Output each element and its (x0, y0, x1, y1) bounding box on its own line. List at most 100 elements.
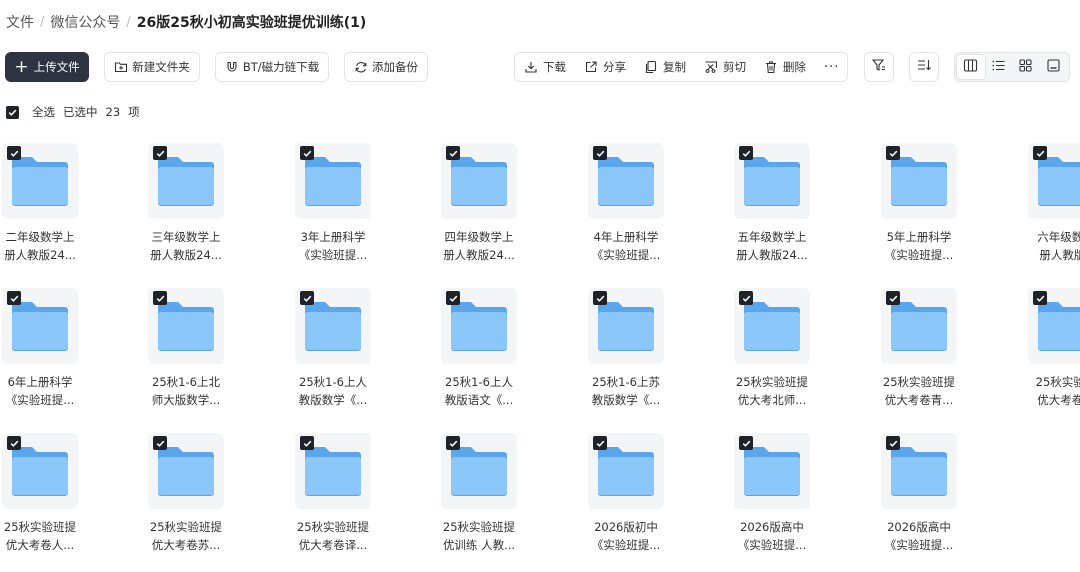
item-checkbox[interactable] (593, 291, 607, 305)
folder-item[interactable]: 3年上册科学 《实验班提... (295, 143, 425, 283)
new-folder-button[interactable]: 新建文件夹 (104, 52, 200, 82)
folder-item[interactable]: 25秋1-6上苏 教版数学《... (588, 288, 718, 428)
folder-thumbnail[interactable] (1028, 143, 1080, 219)
copy-button[interactable]: 复制 (635, 53, 695, 81)
folder-name[interactable]: 25秋实验班提 优训练 人教... (413, 518, 545, 556)
breadcrumb-item-files[interactable]: 文件 (6, 12, 34, 32)
item-checkbox[interactable] (7, 436, 21, 450)
folder-thumbnail[interactable] (441, 288, 517, 364)
folder-thumbnail[interactable] (2, 288, 78, 364)
share-button[interactable]: 分享 (575, 53, 635, 81)
folder-name[interactable]: 5年上册科学 《实验班提... (853, 228, 985, 266)
folder-thumbnail[interactable] (148, 433, 224, 509)
folder-item[interactable]: 25秋1-6上北 师大版数学... (148, 288, 278, 428)
folder-thumbnail[interactable] (295, 288, 371, 364)
folder-thumbnail[interactable] (148, 143, 224, 219)
folder-name[interactable]: 2026版初中 《实验班提... (560, 518, 692, 556)
breadcrumb-item-wechat[interactable]: 微信公众号 (50, 12, 120, 32)
item-checkbox[interactable] (300, 291, 314, 305)
folder-item[interactable]: 四年级数学上 册人教版24... (441, 143, 571, 283)
folder-thumbnail[interactable] (734, 433, 810, 509)
folder-thumbnail[interactable] (441, 143, 517, 219)
folder-item[interactable]: 25秋实验班提 优大考北师... (734, 288, 864, 428)
folder-name[interactable]: 三年级数学上 册人教版24... (120, 228, 252, 266)
delete-button[interactable]: 删除 (755, 53, 815, 81)
folder-item[interactable]: 6年上册科学 《实验班提... (2, 288, 132, 428)
folder-item[interactable]: 25秋实验班提 优训练 人教... (441, 433, 571, 572)
item-checkbox[interactable] (739, 291, 753, 305)
item-checkbox[interactable] (886, 146, 900, 160)
folder-name[interactable]: 25秋1-6上苏 教版数学《... (560, 373, 692, 411)
folder-name[interactable]: 二年级数学上 册人教版24... (0, 228, 106, 266)
item-checkbox[interactable] (446, 436, 460, 450)
folder-name[interactable]: 25秋实验班提 优大考卷译... (267, 518, 399, 556)
folder-item[interactable]: 三年级数学上 册人教版24... (148, 143, 278, 283)
folder-name[interactable]: 6年上册科学 《实验班提... (0, 373, 106, 411)
sort-button[interactable] (909, 52, 939, 82)
item-checkbox[interactable] (446, 291, 460, 305)
folder-thumbnail[interactable] (441, 433, 517, 509)
item-checkbox[interactable] (153, 146, 167, 160)
view-columns-button[interactable] (957, 55, 985, 79)
item-checkbox[interactable] (300, 146, 314, 160)
item-checkbox[interactable] (153, 436, 167, 450)
cut-button[interactable]: 剪切 (695, 53, 755, 81)
folder-item[interactable]: 5年上册科学 《实验班提... (881, 143, 1011, 283)
item-checkbox[interactable] (7, 146, 21, 160)
folder-name[interactable]: 25秋实验班提 优大考卷人... (0, 518, 106, 556)
folder-thumbnail[interactable] (2, 143, 78, 219)
view-preview-button[interactable] (1040, 55, 1068, 79)
view-grid-button[interactable] (1012, 55, 1040, 79)
item-checkbox[interactable] (300, 436, 314, 450)
folder-thumbnail[interactable] (588, 143, 664, 219)
folder-item[interactable]: 25秋实验班提 优大考卷译... (295, 433, 425, 572)
folder-item[interactable]: 4年上册科学 《实验班提... (588, 143, 718, 283)
folder-item[interactable]: 25秋1-6上人 教版语文《... (441, 288, 571, 428)
folder-name[interactable]: 25秋1-6上人 教版数学《... (267, 373, 399, 411)
folder-name[interactable]: 25秋实验班提 优大考卷青... (853, 373, 985, 411)
bt-download-button[interactable]: BT/磁力链下载 (215, 52, 329, 82)
item-checkbox[interactable] (739, 436, 753, 450)
item-checkbox[interactable] (593, 436, 607, 450)
folder-name[interactable]: 3年上册科学 《实验班提... (267, 228, 399, 266)
folder-item[interactable]: 六年级数学 册人教版2 (1028, 143, 1080, 283)
folder-name[interactable]: 25秋实验班提 优大考卷苏... (120, 518, 252, 556)
folder-item[interactable]: 25秋实验班提 优大考卷人... (2, 433, 132, 572)
folder-thumbnail[interactable] (295, 143, 371, 219)
item-checkbox[interactable] (1033, 146, 1047, 160)
folder-name[interactable]: 六年级数学 册人教版2 (1000, 228, 1080, 266)
folder-thumbnail[interactable] (588, 288, 664, 364)
filter-button[interactable] (864, 52, 894, 82)
folder-thumbnail[interactable] (588, 433, 664, 509)
folder-thumbnail[interactable] (2, 433, 78, 509)
folder-item[interactable]: 25秋1-6上人 教版数学《... (295, 288, 425, 428)
folder-item[interactable]: 25秋实验班 优大考卷人 (1028, 288, 1080, 428)
view-list-button[interactable] (985, 55, 1013, 79)
item-checkbox[interactable] (446, 146, 460, 160)
item-checkbox[interactable] (886, 291, 900, 305)
folder-name[interactable]: 四年级数学上 册人教版24... (413, 228, 545, 266)
folder-name[interactable]: 2026版高中 《实验班提... (853, 518, 985, 556)
folder-name[interactable]: 五年级数学上 册人教版24... (706, 228, 838, 266)
download-button[interactable]: 下载 (515, 53, 575, 81)
item-checkbox[interactable] (593, 146, 607, 160)
folder-item[interactable]: 25秋实验班提 优大考卷苏... (148, 433, 278, 572)
add-backup-button[interactable]: 添加备份 (344, 52, 428, 82)
select-all-checkbox[interactable] (6, 105, 19, 119)
folder-name[interactable]: 25秋1-6上北 师大版数学... (120, 373, 252, 411)
folder-name[interactable]: 25秋实验班 优大考卷人 (1000, 373, 1080, 411)
folder-thumbnail[interactable] (1028, 288, 1080, 364)
folder-thumbnail[interactable] (881, 288, 957, 364)
item-checkbox[interactable] (886, 436, 900, 450)
folder-item[interactable]: 2026版初中 《实验班提... (588, 433, 718, 572)
folder-name[interactable]: 25秋实验班提 优大考北师... (706, 373, 838, 411)
more-actions-button[interactable]: ··· (815, 53, 848, 81)
upload-file-button[interactable]: + 上传文件 (5, 52, 89, 82)
select-all-label[interactable]: 全选 (32, 104, 55, 120)
folder-thumbnail[interactable] (734, 288, 810, 364)
item-checkbox[interactable] (1033, 291, 1047, 305)
folder-item[interactable]: 2026版高中 《实验班提... (734, 433, 864, 572)
folder-thumbnail[interactable] (881, 143, 957, 219)
item-checkbox[interactable] (153, 291, 167, 305)
folder-item[interactable]: 二年级数学上 册人教版24... (2, 143, 132, 283)
